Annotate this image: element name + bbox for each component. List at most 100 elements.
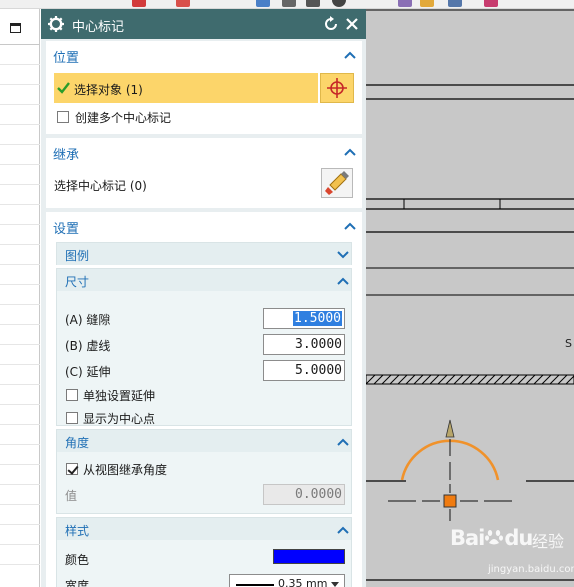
chevron-up-icon[interactable] (337, 277, 349, 285)
create-multiple-checkbox[interactable] (57, 111, 69, 123)
chevron-down-icon[interactable] (337, 251, 349, 259)
drawing-label: S (565, 337, 572, 350)
chevron-up-icon[interactable] (337, 438, 349, 446)
legend-heading: 图例 (65, 249, 90, 263)
angle-value: 0.0000 (295, 487, 342, 502)
navigator-row[interactable] (0, 364, 40, 365)
app-toolbar (0, 0, 574, 9)
size-subgroup-header[interactable]: 尺寸 (57, 269, 351, 291)
watermark-brand: Bai du (450, 526, 533, 550)
navigator-row[interactable] (0, 404, 40, 405)
navigator-row[interactable] (0, 104, 40, 105)
navigator-row[interactable] (0, 424, 40, 425)
point-dialog-button[interactable] (320, 73, 354, 103)
chevron-up-icon[interactable] (344, 51, 356, 59)
toolbar-icon[interactable] (306, 0, 320, 7)
toolbar-icon[interactable] (332, 0, 346, 7)
settings-heading: 设置 (53, 222, 80, 237)
legend-subgroup: 图例 (56, 242, 352, 265)
window-icon[interactable] (10, 23, 21, 33)
select-center-mark-label: 选择中心标记 (0) (54, 179, 147, 193)
reset-icon[interactable] (323, 16, 339, 32)
navigator-row[interactable] (0, 504, 40, 505)
angle-value-input[interactable]: 0.0000 (263, 484, 345, 505)
navigator-row[interactable] (0, 344, 40, 345)
navigator-row[interactable] (0, 484, 40, 485)
select-object-label: 选择对象 (1) (74, 83, 143, 97)
navigator-row[interactable] (0, 64, 40, 65)
navigator-row[interactable] (0, 84, 40, 85)
angle-subgroup: 角度 从视图继承角度 值 0.0000 (56, 429, 352, 514)
baidu-watermark: Bai du 经验 jingyan.baidu.com (440, 522, 574, 587)
style-subgroup: 样式 颜色 宽度 0.35 mm (56, 517, 352, 587)
checkmark-icon (57, 82, 70, 94)
navigator-row[interactable] (0, 564, 40, 565)
graphics-window[interactable]: S (366, 9, 574, 587)
navigator-row[interactable] (0, 164, 40, 165)
crosshair-icon (327, 78, 347, 98)
inherit-select-button[interactable] (321, 168, 353, 198)
angle-subgroup-header[interactable]: 角度 (57, 430, 351, 452)
navigator-row[interactable] (0, 524, 40, 525)
navigator-row[interactable] (0, 324, 40, 325)
dash-label: (B) 虚线 (65, 339, 111, 353)
width-select[interactable]: 0.35 mm (229, 574, 345, 587)
toolbar-icon[interactable] (484, 0, 498, 7)
show-center-point-label: 显示为中心点 (83, 412, 156, 426)
legend-subgroup-header[interactable]: 图例 (57, 243, 351, 265)
chevron-up-icon[interactable] (344, 148, 356, 156)
select-object-row[interactable]: 选择对象 (1) (54, 73, 318, 103)
chevron-up-icon[interactable] (337, 526, 349, 534)
extension-value: 5.0000 (295, 363, 342, 378)
individual-extension-checkbox[interactable] (66, 389, 78, 401)
navigator-row[interactable] (0, 464, 40, 465)
toolbar-icon[interactable] (448, 0, 462, 7)
navigator-row[interactable] (0, 244, 40, 245)
close-icon[interactable] (344, 16, 360, 32)
gap-value: 1.5000 (293, 311, 342, 326)
part-navigator-strip (0, 9, 40, 587)
extension-input[interactable]: 5.0000 (263, 360, 345, 381)
settings-group-header[interactable]: 设置 (46, 212, 362, 240)
position-group: 位置 选择对象 (1) 创建多个中心标记 (46, 41, 362, 134)
navigator-row[interactable] (0, 184, 40, 185)
position-group-header[interactable]: 位置 (46, 41, 362, 69)
navigator-header-divider (0, 44, 40, 45)
dialog-titlebar[interactable]: 中心标记 (41, 9, 366, 39)
navigator-row[interactable] (0, 144, 40, 145)
navigator-row[interactable] (0, 544, 40, 545)
navigator-row[interactable] (0, 204, 40, 205)
show-center-point-checkbox[interactable] (66, 412, 78, 424)
navigator-row[interactable] (0, 444, 40, 445)
navigator-row[interactable] (0, 284, 40, 285)
navigator-row[interactable] (0, 264, 40, 265)
navigator-row[interactable] (0, 224, 40, 225)
toolbar-icon[interactable] (256, 0, 270, 7)
individual-extension-label: 单独设置延伸 (83, 389, 156, 403)
paw-icon (485, 530, 504, 545)
style-subgroup-header[interactable]: 样式 (57, 518, 351, 540)
inherit-angle-label: 从视图继承角度 (83, 463, 168, 477)
style-heading: 样式 (65, 524, 90, 538)
toolbar-icon[interactable] (132, 0, 146, 7)
toolbar-icon[interactable] (398, 0, 412, 7)
center-mark-dialog: 中心标记 位置 选择对象 (1) 创建多个中心标记 继承 选择中心标记 (0) … (41, 9, 366, 587)
navigator-row[interactable] (0, 304, 40, 305)
inherit-group-header[interactable]: 继承 (46, 138, 362, 166)
inherit-angle-checkbox[interactable] (66, 463, 78, 475)
drawing-canvas (366, 9, 574, 581)
chevron-up-icon[interactable] (344, 222, 356, 230)
inherit-heading: 继承 (53, 148, 80, 163)
gap-input[interactable]: 1.5000 (263, 308, 345, 329)
color-swatch[interactable] (273, 549, 345, 564)
center-point-handle[interactable] (443, 494, 457, 508)
toolbar-icon[interactable] (420, 0, 434, 7)
navigator-row[interactable] (0, 124, 40, 125)
size-heading: 尺寸 (65, 275, 90, 289)
navigator-row[interactable] (0, 384, 40, 385)
toolbar-icon[interactable] (176, 0, 190, 7)
toolbar-icon[interactable] (282, 0, 296, 7)
gap-label: (A) 缝隙 (65, 313, 111, 327)
create-multiple-label: 创建多个中心标记 (75, 111, 172, 125)
dash-input[interactable]: 3.0000 (263, 334, 345, 355)
